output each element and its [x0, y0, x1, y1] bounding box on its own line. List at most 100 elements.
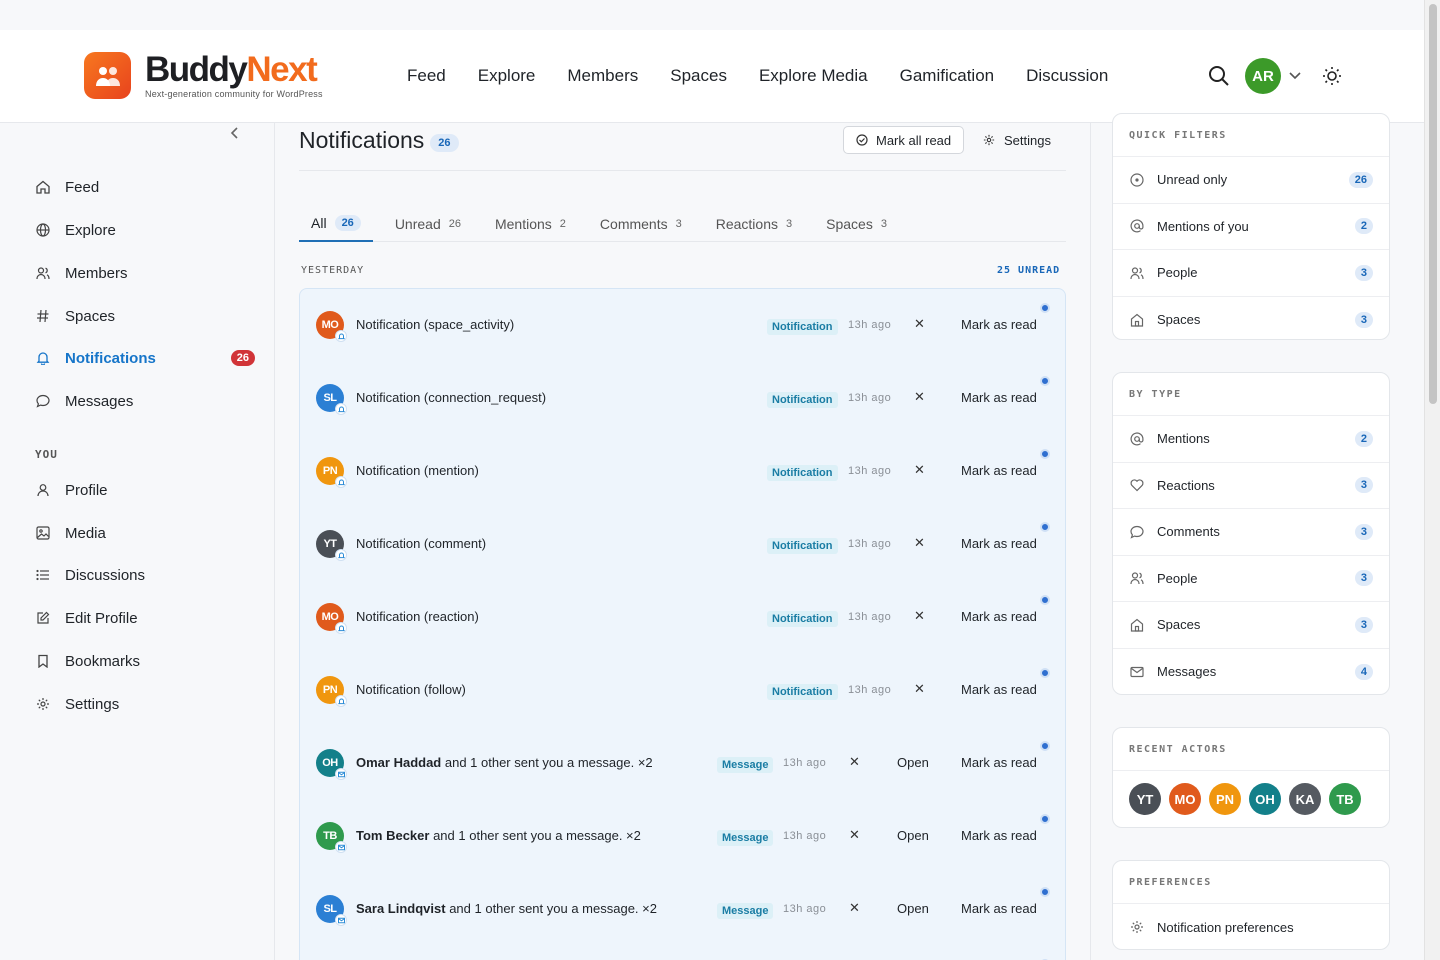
topnav-explore-media[interactable]: Explore Media — [759, 66, 868, 86]
dismiss-icon[interactable]: ✕ — [914, 316, 925, 332]
type-mentions[interactable]: Mentions 2 — [1113, 416, 1389, 463]
sidebar-item-messages[interactable]: Messages — [35, 387, 255, 415]
user-avatar[interactable]: AR — [1245, 58, 1281, 94]
actor-avatar[interactable]: MO — [1169, 783, 1201, 815]
mark-as-read-button[interactable]: Mark as read — [961, 755, 1037, 770]
type-spaces[interactable]: Spaces 3 — [1113, 602, 1389, 649]
tab-spaces[interactable]: Spaces 3 — [814, 205, 899, 242]
notification-row[interactable]: OH Omar Haddad and 1 other sent you a mes… — [300, 727, 1065, 800]
actor-avatar[interactable]: TB — [1329, 783, 1361, 815]
dismiss-icon[interactable]: ✕ — [914, 608, 925, 624]
mark-as-read-button[interactable]: Mark as read — [961, 828, 1037, 843]
sidebar-item-notifications[interactable]: Notifications 26 — [35, 344, 255, 372]
collapse-sidebar-icon[interactable] — [230, 127, 240, 139]
dismiss-icon[interactable]: ✕ — [914, 535, 925, 551]
type-people[interactable]: People 3 — [1113, 556, 1389, 602]
tab-unread[interactable]: Unread 26 — [383, 205, 473, 242]
dismiss-icon[interactable]: ✕ — [914, 462, 925, 478]
notification-text[interactable]: Sara Lindqvist and 1 other sent you a me… — [356, 901, 657, 916]
sun-icon[interactable] — [1322, 66, 1342, 86]
notification-text[interactable]: Omar Haddad and 1 other sent you a messa… — [356, 755, 653, 770]
topnav-spaces[interactable]: Spaces — [670, 66, 727, 86]
topnav-discussion[interactable]: Discussion — [1026, 66, 1108, 86]
filter-unread-only[interactable]: Unread only 26 — [1113, 157, 1389, 204]
actor-avatar[interactable]: TB — [316, 822, 347, 853]
sidebar-item-feed[interactable]: Feed — [35, 173, 255, 201]
dismiss-icon[interactable]: ✕ — [914, 389, 925, 405]
actor-avatar[interactable]: YT — [1129, 783, 1161, 815]
mark-as-read-button[interactable]: Mark as read — [961, 609, 1037, 624]
notification-row[interactable]: PN Notification (follow) Notification 13h a… — [300, 654, 1065, 727]
filter-mentions-of-you[interactable]: Mentions of you 2 — [1113, 204, 1389, 250]
dismiss-icon[interactable]: ✕ — [849, 900, 860, 916]
search-icon[interactable] — [1208, 65, 1230, 87]
logo[interactable]: BuddyNext Next-generation community for … — [84, 52, 323, 99]
open-button[interactable]: Open — [897, 828, 929, 843]
sidebar-item-media[interactable]: Media — [35, 519, 255, 547]
tab-reactions[interactable]: Reactions 3 — [704, 205, 804, 242]
dismiss-icon[interactable]: ✕ — [849, 827, 860, 843]
open-button[interactable]: Open — [897, 901, 929, 916]
chevron-down-icon[interactable] — [1289, 72, 1301, 80]
topnav-gamification[interactable]: Gamification — [900, 66, 994, 86]
actor-avatar[interactable]: PN — [316, 676, 347, 707]
mark-all-read-button[interactable]: Mark all read — [843, 126, 965, 154]
mark-as-read-button[interactable]: Mark as read — [961, 901, 1037, 916]
topnav-members[interactable]: Members — [567, 66, 638, 86]
open-button[interactable]: Open — [897, 755, 929, 770]
notification-row[interactable]: MO Notification (reaction) Notification 13h… — [300, 581, 1065, 654]
mark-as-read-button[interactable]: Mark as read — [961, 536, 1037, 551]
dismiss-icon[interactable]: ✕ — [914, 681, 925, 697]
notification-text[interactable]: Notification (reaction) — [356, 609, 479, 624]
notification-row[interactable]: PN Notification (mention) Notification 13h … — [300, 435, 1065, 508]
notification-preferences-link[interactable]: Notification preferences — [1113, 904, 1389, 949]
mark-as-read-button[interactable]: Mark as read — [961, 463, 1037, 478]
notification-text[interactable]: Notification (follow) — [356, 682, 466, 697]
topnav-feed[interactable]: Feed — [407, 66, 446, 86]
sidebar-item-discussions[interactable]: Discussions — [35, 561, 255, 589]
tab-all[interactable]: All 26 — [299, 205, 373, 242]
sidebar-item-edit-profile[interactable]: Edit Profile — [35, 604, 255, 632]
actor-avatar[interactable]: PN — [1209, 783, 1241, 815]
notification-row[interactable]: YT Notification (comment) Notification 13h … — [300, 508, 1065, 581]
type-messages[interactable]: Messages 4 — [1113, 649, 1389, 695]
mark-as-read-button[interactable]: Mark as read — [961, 390, 1037, 405]
sidebar-item-spaces[interactable]: Spaces — [35, 302, 255, 330]
settings-button[interactable]: Settings — [983, 126, 1051, 154]
notification-text[interactable]: Tom Becker and 1 other sent you a messag… — [356, 828, 641, 843]
tab-comments[interactable]: Comments 3 — [588, 205, 694, 242]
tab-mentions[interactable]: Mentions 2 — [483, 205, 578, 242]
mark-as-read-button[interactable]: Mark as read — [961, 317, 1037, 332]
actor-avatar[interactable]: SL — [316, 384, 347, 415]
filter-people[interactable]: People 3 — [1113, 250, 1389, 297]
notification-row[interactable]: SL Sara Lindqvist and 1 other sent you a … — [300, 873, 1065, 946]
actor-avatar[interactable]: OH — [316, 749, 347, 780]
actor-avatar[interactable]: MO — [316, 603, 347, 634]
actor-avatar[interactable]: YT — [316, 530, 347, 561]
type-comments[interactable]: Comments 3 — [1113, 509, 1389, 556]
scrollbar-thumb[interactable] — [1429, 4, 1437, 404]
sidebar-item-profile[interactable]: Profile — [35, 476, 255, 504]
filter-spaces[interactable]: Spaces 3 — [1113, 297, 1389, 340]
actor-avatar[interactable]: PN — [316, 457, 347, 488]
page-scrollbar[interactable] — [1424, 0, 1440, 960]
notification-text[interactable]: Notification (mention) — [356, 463, 479, 478]
notification-text[interactable]: Notification (comment) — [356, 536, 486, 551]
sidebar-item-bookmarks[interactable]: Bookmarks — [35, 647, 255, 675]
actor-avatar[interactable]: SL — [316, 895, 347, 926]
dismiss-icon[interactable]: ✕ — [849, 754, 860, 770]
sidebar-item-settings[interactable]: Settings — [35, 690, 255, 718]
notification-row[interactable]: TB Tom Becker and 1 other sent you a mess… — [300, 800, 1065, 873]
notification-row[interactable]: MO Notification (space_activity) Notificat… — [300, 289, 1065, 362]
sidebar-item-members[interactable]: Members — [35, 259, 255, 287]
actor-avatar[interactable]: OH — [1249, 783, 1281, 815]
type-reactions[interactable]: Reactions 3 — [1113, 463, 1389, 509]
notification-text[interactable]: Notification (connection_request) — [356, 390, 546, 405]
notification-row[interactable]: SL Notification (connection_request) Notif… — [300, 362, 1065, 435]
actor-avatar[interactable]: MO — [316, 311, 347, 342]
mark-as-read-button[interactable]: Mark as read — [961, 682, 1037, 697]
actor-avatar[interactable]: KA — [1289, 783, 1321, 815]
notification-text[interactable]: Notification (space_activity) — [356, 317, 514, 332]
topnav-explore[interactable]: Explore — [478, 66, 536, 86]
sidebar-item-explore[interactable]: Explore — [35, 216, 255, 244]
